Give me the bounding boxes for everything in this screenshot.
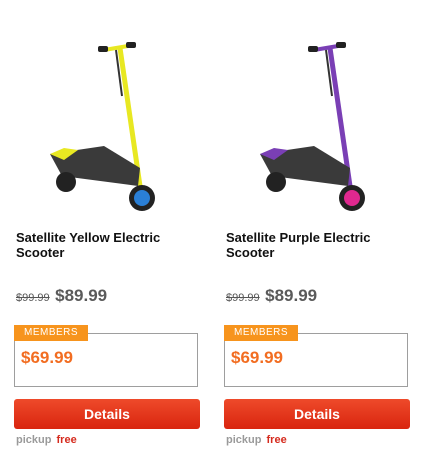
product-card-yellow-scooter[interactable]: Satellite Yellow Electric Scooter $99.99…: [14, 0, 214, 460]
members-badge: MEMBERS: [224, 325, 299, 341]
old-price: $99.99: [16, 292, 50, 304]
pickup-label: pickup: [226, 434, 262, 446]
product-title[interactable]: Satellite Purple Electric Scooter: [226, 230, 416, 260]
pickup-label: pickup: [16, 434, 52, 446]
product-image-yellow-scooter[interactable]: [42, 36, 192, 216]
members-price-box: MEMBERS $69.99: [14, 325, 198, 387]
pickup-row: pickup free: [226, 434, 287, 446]
old-price: $99.99: [226, 292, 260, 304]
product-card-purple-scooter[interactable]: Satellite Purple Electric Scooter $99.99…: [224, 0, 424, 460]
pickup-value: free: [266, 434, 287, 446]
members-price: $69.99: [21, 348, 73, 367]
product-image-purple-scooter[interactable]: [252, 36, 402, 216]
price-row: $99.99 $89.99: [16, 286, 107, 306]
details-button[interactable]: Details: [14, 399, 200, 429]
pickup-value: free: [56, 434, 77, 446]
price-row: $99.99 $89.99: [226, 286, 317, 306]
members-price: $69.99: [231, 348, 283, 367]
sale-price: $89.99: [265, 286, 318, 305]
members-price-box: MEMBERS $69.99: [224, 325, 408, 387]
sale-price: $89.99: [55, 286, 108, 305]
product-title[interactable]: Satellite Yellow Electric Scooter: [16, 230, 206, 260]
details-button[interactable]: Details: [224, 399, 410, 429]
members-badge: MEMBERS: [14, 325, 89, 341]
pickup-row: pickup free: [16, 434, 77, 446]
